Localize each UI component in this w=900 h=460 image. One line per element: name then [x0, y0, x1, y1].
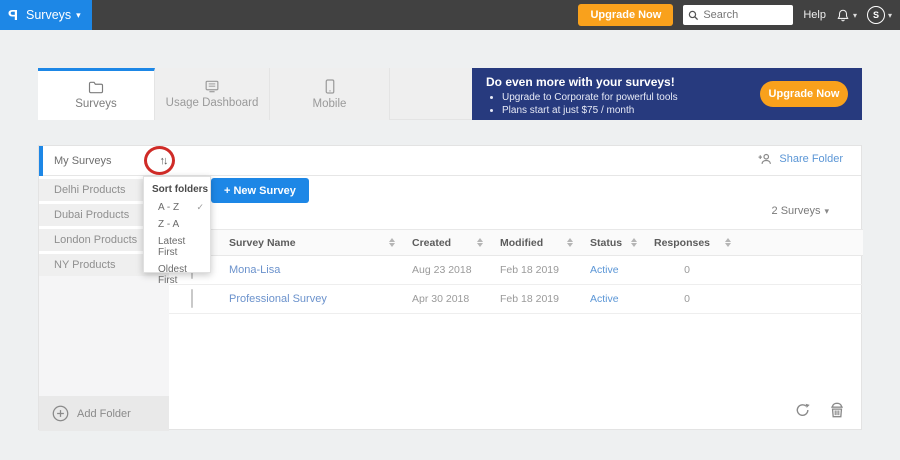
tab-label: Surveys [75, 98, 117, 110]
responses-cell: 0 [684, 293, 690, 305]
column-label: Responses [654, 236, 711, 249]
column-modified[interactable]: Modified [493, 237, 583, 249]
column-sort-icon [477, 238, 483, 247]
avatar: S [866, 6, 885, 24]
created-cell: Aug 23 2018 [412, 264, 472, 276]
add-folder-button[interactable]: Add Folder [39, 396, 169, 431]
column-label: Survey Name [229, 236, 296, 249]
created-cell: Apr 30 2018 [412, 293, 470, 305]
notifications-menu[interactable]: ▾ [836, 8, 857, 23]
survey-name-link[interactable]: Professional Survey [229, 293, 405, 305]
column-sort-icon [567, 238, 573, 247]
column-label: Created [412, 236, 452, 249]
banner-bullet: Upgrade to Corporate for powerful tools [502, 92, 678, 103]
modified-cell: Feb 18 2019 [500, 264, 559, 276]
search-box[interactable] [683, 5, 794, 25]
current-folder[interactable]: My Surveys [39, 146, 169, 176]
column-status[interactable]: Status [583, 237, 647, 249]
bell-icon [836, 8, 850, 23]
sort-option-label: Latest First [158, 236, 186, 258]
product-switcher[interactable]: P Surveys ▾ [0, 0, 92, 30]
restore-icon [795, 403, 811, 420]
sort-option-label: Z - A [158, 219, 180, 230]
share-folder-button[interactable]: Share Folder [758, 153, 843, 165]
chevron-down-icon: ▾ [852, 10, 857, 20]
sort-folders-button[interactable]: ↑↓ [152, 151, 174, 171]
proprofs-logo: P [8, 6, 19, 24]
tab-label: Mobile [312, 97, 347, 110]
account-menu[interactable]: S ▾ [866, 6, 892, 24]
current-folder-label: My Surveys [54, 155, 112, 167]
help-link[interactable]: Help [803, 9, 826, 21]
survey-count-dropdown[interactable]: 2 Surveys ▾ [772, 205, 829, 217]
folder-label: Dubai Products [54, 209, 130, 221]
chevron-down-icon: ▾ [887, 10, 892, 20]
column-label: Modified [500, 236, 544, 249]
sort-menu-title: Sort folders [152, 184, 209, 195]
table-row: Professional Survey Apr 30 2018 Feb 18 2… [169, 285, 863, 314]
check-icon: ✓ [196, 202, 204, 212]
mobile-icon [325, 78, 335, 94]
table-row: Mona-Lisa Aug 23 2018 Feb 18 2019 Active… [169, 256, 863, 285]
status-badge[interactable]: Active [583, 264, 647, 276]
folder-icon [88, 81, 104, 94]
surveys-content: + New Survey 2 Surveys ▾ Survey Name Crea… [169, 176, 863, 431]
status-badge[interactable]: Active [583, 293, 647, 305]
chevron-down-icon: ▾ [76, 9, 81, 20]
promo-banner: Do even more with your surveys! Upgrade … [472, 68, 862, 120]
modified-cell: Feb 18 2019 [500, 293, 559, 305]
survey-name-link[interactable]: Mona-Lisa [229, 264, 405, 276]
tabs-filler [390, 68, 472, 119]
column-responses[interactable]: Responses [647, 237, 741, 249]
column-sort-icon [725, 238, 731, 247]
panel-header: My Surveys ↑↓ Share Folder [39, 146, 861, 176]
top-bar: P Surveys ▾ Upgrade Now Help ▾ S ▾ [0, 0, 900, 30]
tab-usage-dashboard[interactable]: Usage Dashboard [155, 68, 270, 120]
plus-circle-icon [52, 405, 69, 422]
folder-label: London Products [54, 234, 138, 246]
tab-surveys[interactable]: Surveys [38, 68, 155, 120]
responses-cell: 0 [684, 264, 690, 276]
delete-button[interactable] [829, 402, 845, 418]
column-sort-icon [389, 238, 395, 247]
restore-button[interactable] [795, 403, 811, 417]
module-tabs: Surveys Usage Dashboard Mobile [38, 68, 472, 120]
surveys-table: Survey Name Created Modified Status Resp… [169, 229, 863, 314]
sort-option-label: Oldest First [158, 264, 187, 286]
banner-upgrade-button[interactable]: Upgrade Now [760, 81, 848, 107]
column-sort-icon [631, 238, 637, 247]
survey-count-label: 2 Surveys [771, 205, 821, 217]
add-folder-label: Add Folder [77, 407, 131, 420]
folder-label: Delhi Products [54, 184, 126, 196]
row-checkbox[interactable] [191, 289, 193, 308]
share-folder-label: Share Folder [779, 153, 843, 165]
product-name: Surveys [26, 8, 72, 22]
banner-bullet: Plans start at just $75 / month [502, 105, 678, 116]
upgrade-now-button[interactable]: Upgrade Now [578, 4, 674, 26]
column-created[interactable]: Created [405, 237, 493, 249]
banner-bullets: Upgrade to Corporate for powerful tools … [502, 92, 678, 118]
sort-option-latest-first[interactable]: Latest First [144, 233, 210, 261]
sort-option-oldest-first[interactable]: Oldest First [144, 261, 210, 289]
trash-icon [829, 402, 845, 421]
tab-label: Usage Dashboard [165, 96, 259, 109]
banner-title: Do even more with your surveys! [486, 75, 675, 89]
share-person-icon [758, 153, 773, 165]
search-icon [688, 10, 699, 21]
column-label: Status [590, 236, 623, 249]
sort-option-label: A - Z [158, 202, 180, 213]
chevron-down-icon: ▾ [824, 206, 829, 216]
sort-option-z-a[interactable]: Z - A [144, 216, 210, 233]
sort-folders-menu: Sort folders A - Z ✓ Z - A Latest First … [143, 176, 211, 286]
table-header-row: Survey Name Created Modified Status Resp… [169, 229, 863, 256]
sort-option-a-z[interactable]: A - Z ✓ [144, 199, 210, 216]
dashboard-icon [204, 80, 220, 93]
folder-label: NY Products [54, 259, 116, 271]
search-input[interactable] [703, 9, 788, 21]
column-survey-name[interactable]: Survey Name [229, 237, 405, 249]
tab-mobile[interactable]: Mobile [270, 68, 390, 120]
sidebar-filler [39, 276, 169, 396]
new-survey-button[interactable]: + New Survey [211, 178, 309, 203]
